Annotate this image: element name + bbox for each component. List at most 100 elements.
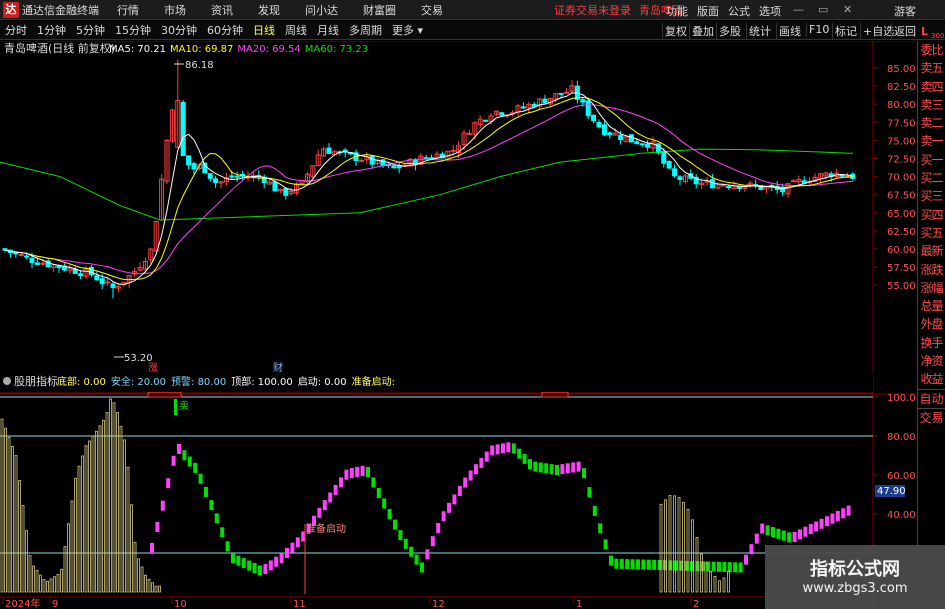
indicator-bar [285, 547, 289, 558]
volume-bar [11, 446, 14, 593]
indicator-bar [771, 527, 775, 538]
indicator-bar [258, 565, 262, 576]
candle-body [736, 186, 742, 189]
tab-fenshi[interactable]: 分时 [0, 22, 32, 38]
menu-wenxiaoda[interactable]: 问小达 [305, 2, 338, 18]
sidebar-item-11[interactable]: 最新 [918, 242, 945, 260]
candle-body [283, 188, 289, 196]
login-status[interactable]: 证券交易未登录 [554, 2, 631, 18]
tab-1min[interactable]: 1分钟 [32, 22, 71, 38]
sidebar-action-1[interactable]: 交易 [918, 407, 945, 427]
tab-multi-period[interactable]: 多周期 [344, 22, 387, 38]
volume-bar [84, 445, 88, 593]
indicator-bar [290, 542, 295, 553]
volume-bar [151, 582, 154, 593]
ma10-legend: MA10: 69.87 [170, 44, 233, 55]
tab-15min[interactable]: 15分钟 [110, 22, 156, 38]
menu-faxian[interactable]: 发现 [258, 2, 280, 18]
close-icon[interactable]: ✕ [843, 3, 852, 16]
indicator-bar [830, 513, 835, 524]
candle-body [596, 122, 602, 128]
btn-back[interactable]: 返回 [891, 23, 918, 39]
indicator-bar [538, 462, 543, 473]
sidebar-item-8[interactable]: 买三 [918, 187, 945, 205]
menu-xuanxiang[interactable]: 选项 [759, 3, 781, 19]
price-tick-11: 57.50 [887, 263, 915, 274]
indicator-bar [193, 462, 198, 473]
app-window: 达 通达信金融终端 行情 市场 资讯 发现 问小达 财富圈 交易 证券交易未登录… [0, 0, 945, 609]
sidebar-item-0[interactable]: 委比 [918, 41, 945, 59]
sidebar-item-12[interactable]: 涨跌 [918, 261, 945, 279]
tab-monthly[interactable]: 月线 [312, 22, 344, 38]
menu-hangqing[interactable]: 行情 [117, 2, 139, 18]
menu-gongshi[interactable]: 公式 [728, 3, 750, 19]
tab-daily[interactable]: 日线 [248, 22, 280, 38]
guest-user[interactable]: 游客 [894, 3, 916, 19]
volume-bar [39, 574, 42, 593]
menu-caifuquan[interactable]: 财富圈 [363, 2, 396, 18]
btn-duogu[interactable]: 多股 [716, 23, 743, 39]
btn-diejia[interactable]: 叠加 [689, 23, 716, 39]
indicator-bar [646, 559, 651, 570]
indicator-bar [727, 562, 732, 573]
menu-banmian[interactable]: 版面 [697, 3, 719, 19]
sidebar-action-0[interactable]: 自动 [918, 388, 945, 408]
indicator-bar [371, 477, 376, 488]
sidebar-item-7[interactable]: 买二 [918, 169, 945, 187]
tab-30min[interactable]: 30分钟 [156, 22, 202, 38]
candle-body [24, 255, 30, 258]
restore-icon[interactable]: ▭ [818, 3, 828, 16]
volume-bar [112, 402, 116, 593]
indicator-bar [814, 521, 819, 532]
tab-more[interactable]: 更多 ▾ [387, 22, 428, 38]
volume-bar [140, 566, 144, 593]
btn-f10[interactable]: F10 [806, 23, 831, 36]
volume-bar [123, 439, 126, 593]
candle-body [601, 124, 607, 136]
indicator-bar [776, 528, 781, 539]
kline-main-chart[interactable]: 85.00 82.50 80.00 77.50 75.00 72.50 70.00 67.50… [0, 41, 915, 394]
tab-60min[interactable]: 60分钟 [202, 22, 248, 38]
btn-huaxian[interactable]: 画线 [776, 23, 803, 39]
indicator-bar [279, 553, 284, 564]
volume-bar [133, 541, 137, 593]
sidebar-item-2[interactable]: 卖四 [918, 78, 945, 96]
indicator-menu-icon[interactable] [3, 377, 11, 385]
volume-bar [32, 565, 35, 593]
sidebar-item-1[interactable]: 卖五 [918, 59, 945, 77]
sidebar-item-4[interactable]: 卖二 [918, 114, 945, 132]
sidebar-item-10[interactable]: 买五 [918, 224, 945, 242]
sidebar-item-17[interactable]: 净资 [918, 352, 945, 370]
minimize-icon[interactable]: — [793, 3, 804, 16]
sidebar-item-5[interactable]: 卖一 [918, 132, 945, 150]
sidebar-item-6[interactable]: 买一 [918, 151, 945, 169]
sidebar-item-16[interactable]: 换手 [918, 334, 945, 352]
candle-body [499, 112, 505, 116]
menu-shichang[interactable]: 市场 [164, 2, 186, 18]
tab-5min[interactable]: 5分钟 [71, 22, 110, 38]
indicator-bar [382, 498, 387, 509]
sidebar-item-13[interactable]: 涨幅 [918, 279, 945, 297]
sidebar-item-9[interactable]: 买四 [918, 206, 945, 224]
indicator-bar [798, 529, 802, 540]
tab-weekly[interactable]: 周线 [280, 22, 312, 38]
param-bottom: 底部: 0.00 [57, 375, 106, 388]
indicator-bar [744, 554, 748, 565]
candle-body [78, 273, 84, 277]
indicator-bar [506, 442, 511, 453]
menu-jiaoyi[interactable]: 交易 [421, 2, 443, 18]
indicator-bar [636, 559, 640, 570]
sidebar-item-15[interactable]: 外盘 [918, 315, 945, 333]
sidebar-item-3[interactable]: 卖三 [918, 96, 945, 114]
indicator-bar [846, 505, 851, 516]
btn-biaoji[interactable]: 标记 [832, 23, 859, 39]
btn-fuquan[interactable]: 复权 [662, 23, 689, 39]
indicator-bar [657, 560, 662, 571]
candle-body [72, 268, 78, 274]
sidebar-item-18[interactable]: 收益 [918, 370, 945, 388]
btn-tongji[interactable]: 统计 [746, 23, 773, 39]
menu-gongneng[interactable]: 功能 [666, 3, 688, 19]
menu-zixun[interactable]: 资讯 [211, 2, 233, 18]
price-tick-12: 55.00 [887, 281, 915, 292]
sidebar-item-14[interactable]: 总量 [918, 297, 945, 315]
